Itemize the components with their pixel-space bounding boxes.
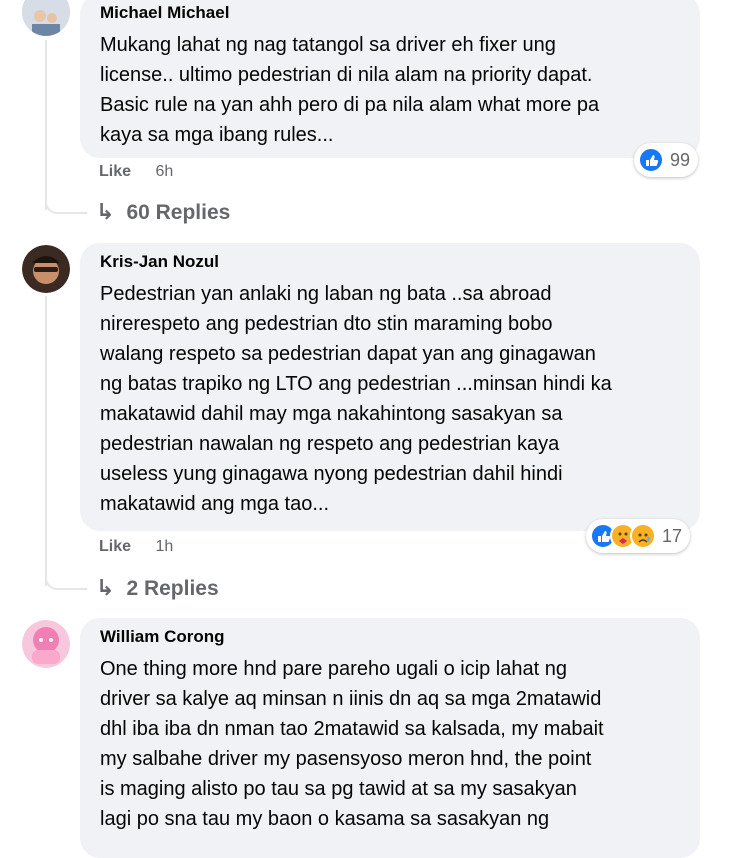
thread-elbow: [45, 180, 87, 214]
thread-line: [45, 296, 47, 586]
comment-text: Mukang lahat ng nag tatangol sa driver e…: [100, 34, 600, 146]
reply-arrow-icon: ↳: [96, 199, 115, 224]
avatar-photo-icon: [22, 620, 70, 668]
comment-author[interactable]: Kris-Jan Nozul: [100, 251, 684, 273]
replies-label: 60 Replies: [126, 201, 231, 224]
reaction-count: 99: [670, 149, 691, 170]
reaction-summary[interactable]: 99: [634, 143, 699, 177]
avatar[interactable]: [22, 245, 70, 293]
comment-author[interactable]: William Corong: [100, 626, 684, 648]
sad-reaction-icon: [630, 523, 656, 549]
comment-timestamp[interactable]: 6h: [155, 163, 173, 180]
reply-arrow-icon: ↳: [96, 575, 115, 600]
avatar-photo-icon: [22, 0, 70, 36]
replies-label: 2 Replies: [126, 577, 219, 600]
comment-author[interactable]: Michael Michael: [100, 2, 684, 24]
comment-actions: Like 1h: [99, 538, 173, 556]
like-reaction-icon: [638, 147, 664, 173]
reaction-summary[interactable]: 17: [586, 519, 691, 553]
comment-bubble: Kris-Jan Nozul Pedestrian yan anlaki ng …: [80, 243, 700, 531]
reaction-count: 17: [662, 525, 683, 546]
comment-text: One thing more hnd pare pareho ugali o i…: [100, 658, 604, 830]
comment-actions: Like 6h: [99, 163, 173, 181]
comment-timestamp[interactable]: 1h: [155, 538, 173, 555]
view-replies-button[interactable]: ↳ 2 Replies: [96, 575, 219, 601]
comment-bubble: William Corong One thing more hnd pare p…: [80, 618, 700, 858]
view-replies-button[interactable]: ↳ 60 Replies: [96, 199, 230, 225]
like-button[interactable]: Like: [99, 538, 131, 555]
avatar[interactable]: [22, 0, 70, 36]
avatar[interactable]: [22, 620, 70, 668]
comment-bubble: Michael Michael Mukang lahat ng nag tata…: [80, 0, 700, 158]
avatar-photo-icon: [22, 245, 70, 293]
like-button[interactable]: Like: [99, 163, 131, 180]
thread-elbow: [45, 556, 87, 590]
comment-text: Pedestrian yan anlaki ng laban ng bata .…: [100, 283, 612, 515]
